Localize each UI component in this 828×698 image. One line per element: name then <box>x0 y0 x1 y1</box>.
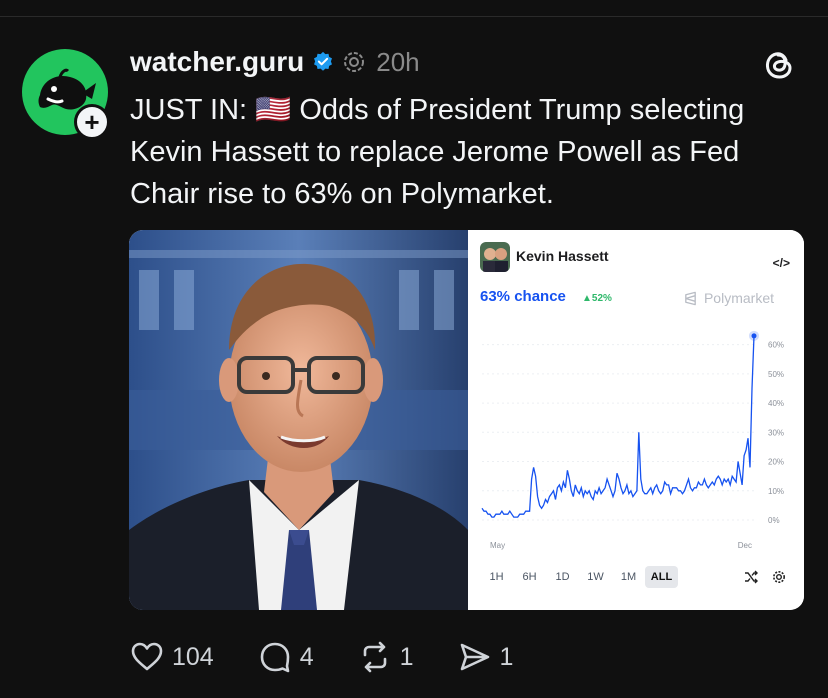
top-divider <box>0 16 828 17</box>
fediverse-icon <box>344 52 365 72</box>
reply-count: 4 <box>299 642 314 671</box>
chance-value: 63% chance <box>480 288 566 305</box>
shuffle-icon[interactable] <box>744 570 758 584</box>
heart-icon <box>131 642 163 671</box>
chance-delta: ▲52% <box>582 293 612 304</box>
embed-code-icon[interactable]: </> <box>773 256 790 270</box>
verified-badge-icon <box>314 51 333 71</box>
range-button-1w[interactable]: 1W <box>579 566 612 588</box>
x-tick-label: May <box>490 541 505 550</box>
repost-count: 1 <box>399 642 414 671</box>
range-button-1m[interactable]: 1M <box>612 566 645 588</box>
post-text: JUST IN: 🇺🇸 Odds of President Trump sele… <box>130 94 745 210</box>
odds-line-chart: 60% 50% 40% 30% 20% 10% 0% May Dec <box>481 330 784 550</box>
send-icon <box>460 643 489 671</box>
polymarket-logo-icon <box>685 291 696 305</box>
polymarket-card: Kevin Hassett </> 63% chance ▲52% Polyma… <box>468 230 804 610</box>
y-tick-label: 20% <box>768 458 784 467</box>
share-button[interactable]: 1 <box>458 640 514 674</box>
market-thumbnail <box>480 242 510 272</box>
range-button-6h[interactable]: 6H <box>513 566 546 588</box>
y-tick-label: 50% <box>768 370 784 379</box>
range-button-1h[interactable]: 1H <box>480 566 513 588</box>
polymarket-brand: Polymarket <box>683 290 774 306</box>
current-point <box>751 333 757 339</box>
y-tick-label: 0% <box>768 516 780 525</box>
repost-button[interactable]: 1 <box>358 640 414 674</box>
like-count: 104 <box>172 642 214 671</box>
username[interactable]: watcher.guru <box>130 46 304 78</box>
follow-plus-button[interactable]: + <box>74 104 110 140</box>
like-button[interactable]: 104 <box>130 640 214 674</box>
range-button-1d[interactable]: 1D <box>546 566 579 588</box>
x-tick-label: Dec <box>738 541 752 550</box>
settings-gear-icon[interactable] <box>772 570 786 584</box>
comment-icon <box>260 642 290 673</box>
y-tick-label: 10% <box>768 487 784 496</box>
range-button-all[interactable]: ALL <box>645 566 678 588</box>
repost-icon <box>363 641 386 673</box>
post-media[interactable]: Kevin Hassett </> 63% chance ▲52% Polyma… <box>129 230 804 610</box>
threads-logo-icon[interactable] <box>762 48 796 82</box>
reply-button[interactable]: 4 <box>258 640 314 674</box>
y-tick-label: 30% <box>768 428 784 437</box>
time-range-selector: 1H 6H 1D 1W 1M ALL <box>480 566 678 588</box>
y-tick-label: 60% <box>768 341 784 350</box>
post-actions: 104 4 1 1 <box>130 640 557 674</box>
post-timestamp: 20h <box>376 46 420 77</box>
share-count: 1 <box>499 642 514 671</box>
y-tick-label: 40% <box>768 399 784 408</box>
odds-series-line <box>481 335 755 518</box>
market-title: Kevin Hassett <box>516 248 609 264</box>
post-header: watcher.guru 20h <box>130 44 420 80</box>
polymarket-brand-label: Polymarket <box>703 290 774 306</box>
kevin-hassett-photo <box>129 230 468 610</box>
